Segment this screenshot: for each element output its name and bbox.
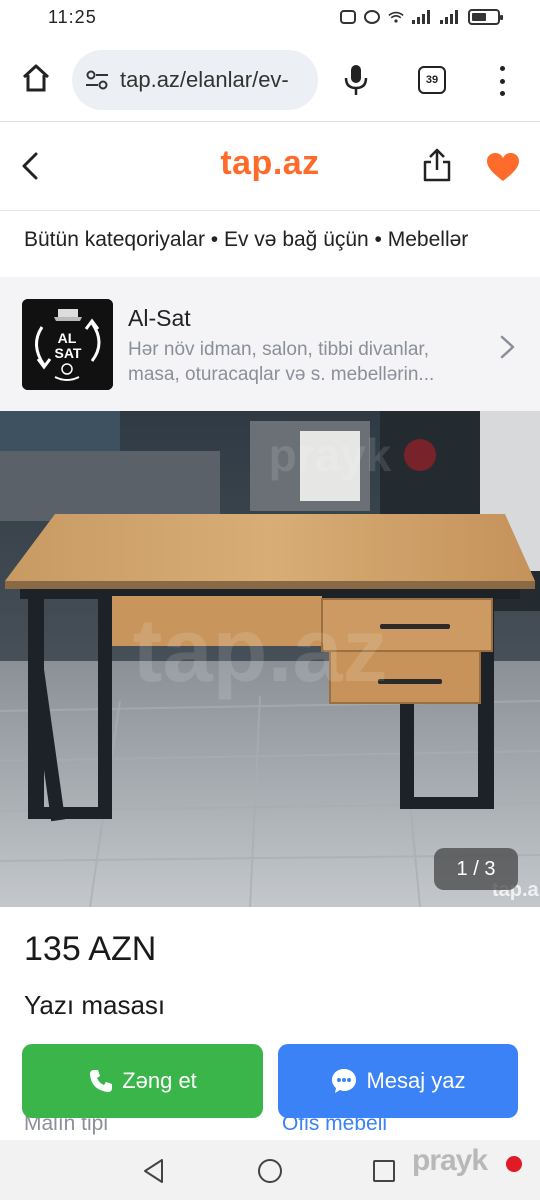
site-settings-icon[interactable] xyxy=(84,67,110,93)
photo-counter: 1 / 3 xyxy=(434,848,518,890)
browser-toolbar: tap.az/elanlar/ev- 39 xyxy=(0,44,540,116)
shop-logo-text-1: AL xyxy=(58,330,77,346)
divider xyxy=(0,210,540,211)
shop-logo-graphic: AL SAT xyxy=(22,299,113,390)
nav-recents-icon[interactable] xyxy=(373,1160,395,1182)
nav-back-icon[interactable] xyxy=(142,1158,166,1184)
photo-watermark-2: prayk xyxy=(269,429,392,481)
phone-icon xyxy=(90,1070,113,1092)
breadcrumb[interactable]: Bütün kateqoriyalar • Ev və bağ üçün • M… xyxy=(24,228,540,252)
status-bar: 11:25 xyxy=(0,0,540,34)
shop-logo-text-2: SAT xyxy=(55,345,82,361)
call-button-label: Zəng et xyxy=(122,1068,197,1093)
mic-icon[interactable] xyxy=(342,64,370,96)
nav-home-icon[interactable] xyxy=(258,1159,282,1183)
price: 135 AZN xyxy=(24,930,157,968)
url-text: tap.az/elanlar/ev- xyxy=(120,67,289,92)
tab-count: 39 xyxy=(425,74,439,86)
chevron-right-icon xyxy=(500,335,515,359)
shop-logo: AL SAT xyxy=(22,299,113,390)
listing-title: Yazı masası xyxy=(24,990,166,1020)
heart-icon[interactable] xyxy=(486,152,520,182)
shop-name: Al-Sat xyxy=(128,305,191,331)
status-time: 11:25 xyxy=(48,6,97,27)
signal-icon xyxy=(412,10,432,24)
site-logo[interactable]: tap.az xyxy=(0,144,540,183)
alarm-icon xyxy=(364,10,380,24)
home-icon[interactable] xyxy=(20,62,52,94)
more-vert-icon[interactable] xyxy=(494,66,510,96)
message-button[interactable]: Mesaj yaz xyxy=(278,1044,518,1118)
site-header: tap.az xyxy=(0,122,540,210)
watermark-dot xyxy=(506,1156,522,1172)
share-icon[interactable] xyxy=(422,148,452,182)
chat-bubble-icon xyxy=(332,1069,357,1093)
tabs-icon[interactable]: 39 xyxy=(418,66,446,94)
call-button[interactable]: Zəng et xyxy=(22,1044,263,1118)
status-icons xyxy=(340,9,503,25)
system-nav-bar: prayk xyxy=(0,1140,540,1200)
shop-card[interactable]: AL SAT Al-Sat Hər növ idman, salon, tibb… xyxy=(0,277,540,411)
message-button-label: Mesaj yaz xyxy=(366,1068,466,1093)
shop-description: Hər növ idman, salon, tibbi divanlar, ma… xyxy=(128,339,435,385)
nfc-icon xyxy=(340,10,356,24)
wifi-icon xyxy=(388,11,404,23)
listing-photo[interactable]: tap.az prayk tap.a 1 / 3 xyxy=(0,411,540,907)
corner-watermark: prayk xyxy=(412,1144,488,1177)
desk-photo: tap.az prayk tap.a xyxy=(0,411,540,907)
address-bar[interactable]: tap.az/elanlar/ev- xyxy=(72,50,318,110)
signal-2-icon xyxy=(440,10,460,24)
battery-icon xyxy=(468,9,503,25)
photo-watermark: tap.az xyxy=(132,601,387,701)
